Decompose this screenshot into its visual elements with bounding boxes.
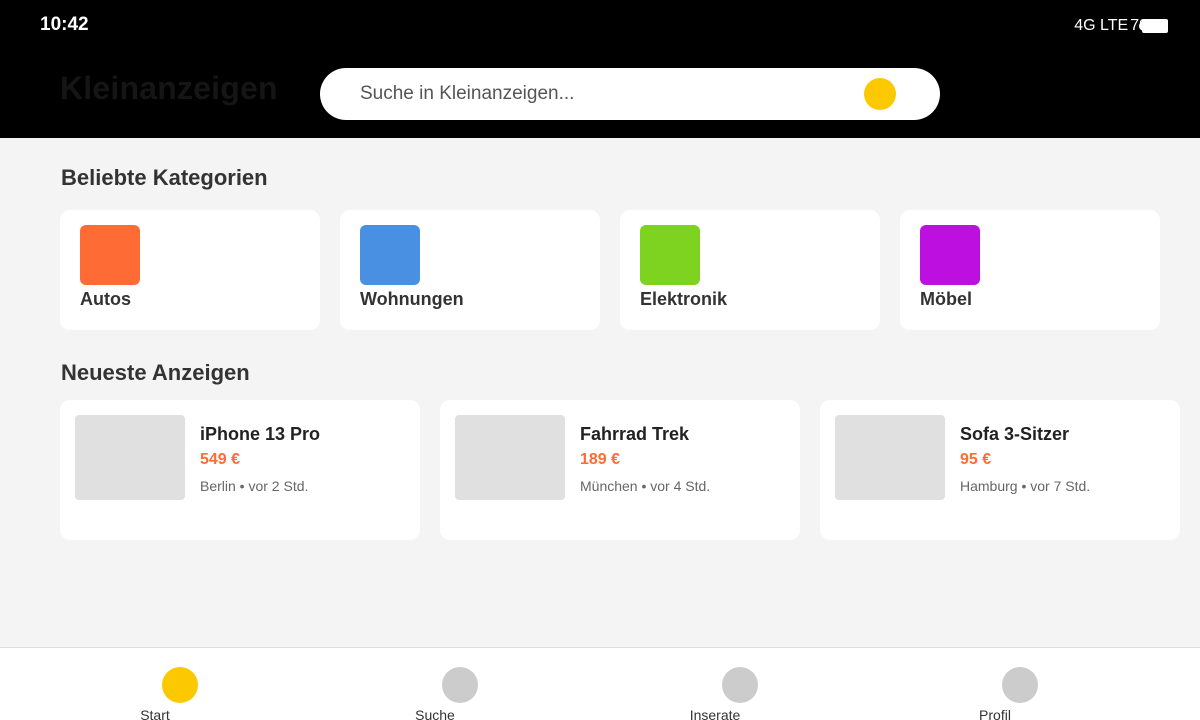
app-title: Kleinanzeigen [60,70,278,106]
apartment-icon [360,225,420,285]
category-card-autos[interactable]: Autos [60,210,320,330]
search-bar[interactable] [320,68,940,120]
nav-label: Suche [415,707,455,720]
search-icon [442,667,478,703]
nav-label: Inserate [689,707,741,720]
listings-icon [722,667,758,703]
furniture-icon [920,225,980,285]
listing-card[interactable]: Fahrrad Trek 189 € München • vor 4 Std. [440,400,800,540]
status-bar-right: 4G LTE 79 [1074,16,1168,36]
listing-price: 549 € [200,451,241,468]
nav-item-inserate[interactable]: Inserate [660,648,820,720]
network-label: 4G LTE [1074,17,1129,34]
category-label: Möbel [920,289,972,309]
car-icon [80,225,140,285]
listing-thumbnail [75,415,185,500]
nav-label: Profil [979,707,1011,720]
listing-price: 95 € [960,451,992,468]
listing-card[interactable]: iPhone 13 Pro 549 € Berlin • vor 2 Std. [60,400,420,540]
home-icon [162,667,198,703]
listing-title: iPhone 13 Pro [200,424,321,444]
category-card-elektronik[interactable]: Elektronik [620,210,880,330]
category-card-moebel[interactable]: Möbel [900,210,1160,330]
listing-location-time: Berlin • vor 2 Std. [200,478,309,494]
listing-thumbnail [455,415,565,500]
nav-item-start[interactable]: Start [100,648,260,720]
listing-thumbnail [835,415,945,500]
bottom-navigation: Start Suche Inserate Profil [0,647,1200,720]
listing-title: Sofa 3-Sitzer [960,424,1070,444]
search-icon[interactable] [864,78,896,110]
listing-price: 189 € [580,451,621,468]
categories-title: Beliebte Kategorien [61,165,268,190]
category-card-wohnungen[interactable]: Wohnungen [340,210,600,330]
listing-location-time: Hamburg • vor 7 Std. [960,478,1091,494]
search-input[interactable] [360,68,840,120]
listing-card[interactable]: Sofa 3-Sitzer 95 € Hamburg • vor 7 Std. [820,400,1180,540]
latest-title: Neueste Anzeigen [61,360,250,385]
category-label: Wohnungen [360,289,464,309]
status-time: 10:42 [40,14,89,35]
nav-item-suche[interactable]: Suche [380,648,540,720]
nav-label: Start [140,707,170,720]
app-header: 10:42 4G LTE 79 Kleinanzeigen [0,0,1200,138]
electronics-icon [640,225,700,285]
category-label: Elektronik [640,289,728,309]
listing-title: Fahrrad Trek [580,424,690,444]
profile-icon [1002,667,1038,703]
listing-location-time: München • vor 4 Std. [580,478,711,494]
nav-item-profil[interactable]: Profil [940,648,1100,720]
category-label: Autos [80,289,131,309]
